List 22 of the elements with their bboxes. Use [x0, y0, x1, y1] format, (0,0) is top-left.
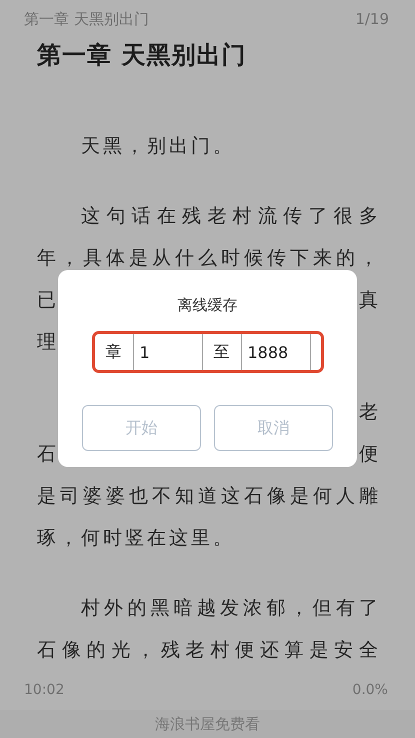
- text-line: 便: [359, 442, 378, 467]
- text-line: 石像的光，残老村便还算是安全: [37, 638, 378, 663]
- clock-time: 10:02: [24, 682, 64, 698]
- chapter-input[interactable]: 1: [134, 334, 202, 370]
- chapter-title: 第一章 天黑别出门: [36, 40, 248, 71]
- text-line: 村外的黑暗越发浓郁，但有了: [81, 596, 378, 621]
- text-line: 是司婆婆也不知道这石像是何人雕: [37, 484, 378, 509]
- text-line: 石: [37, 442, 56, 467]
- text-line: 理: [37, 330, 59, 355]
- page-number: 1/19: [355, 10, 389, 29]
- text-line: 琢，何时竖在这里。: [37, 526, 235, 551]
- text-line: 年，具体是从什么时候传下来的，: [37, 246, 378, 271]
- text-line: 真: [359, 288, 378, 313]
- dialog-title: 离线缓存: [178, 296, 238, 315]
- to-label: 至: [212, 340, 230, 362]
- text-line: 这句话在残老村流传了很多: [81, 204, 378, 229]
- chapter-label: 章: [104, 340, 122, 362]
- text-line: 老: [359, 400, 378, 425]
- chapter-header: 第一章 天黑别出门: [24, 10, 149, 29]
- text-line: 天黑，别出门。: [81, 134, 235, 159]
- chapter-input[interactable]: 1888: [242, 334, 310, 370]
- text-line: 已: [37, 288, 56, 313]
